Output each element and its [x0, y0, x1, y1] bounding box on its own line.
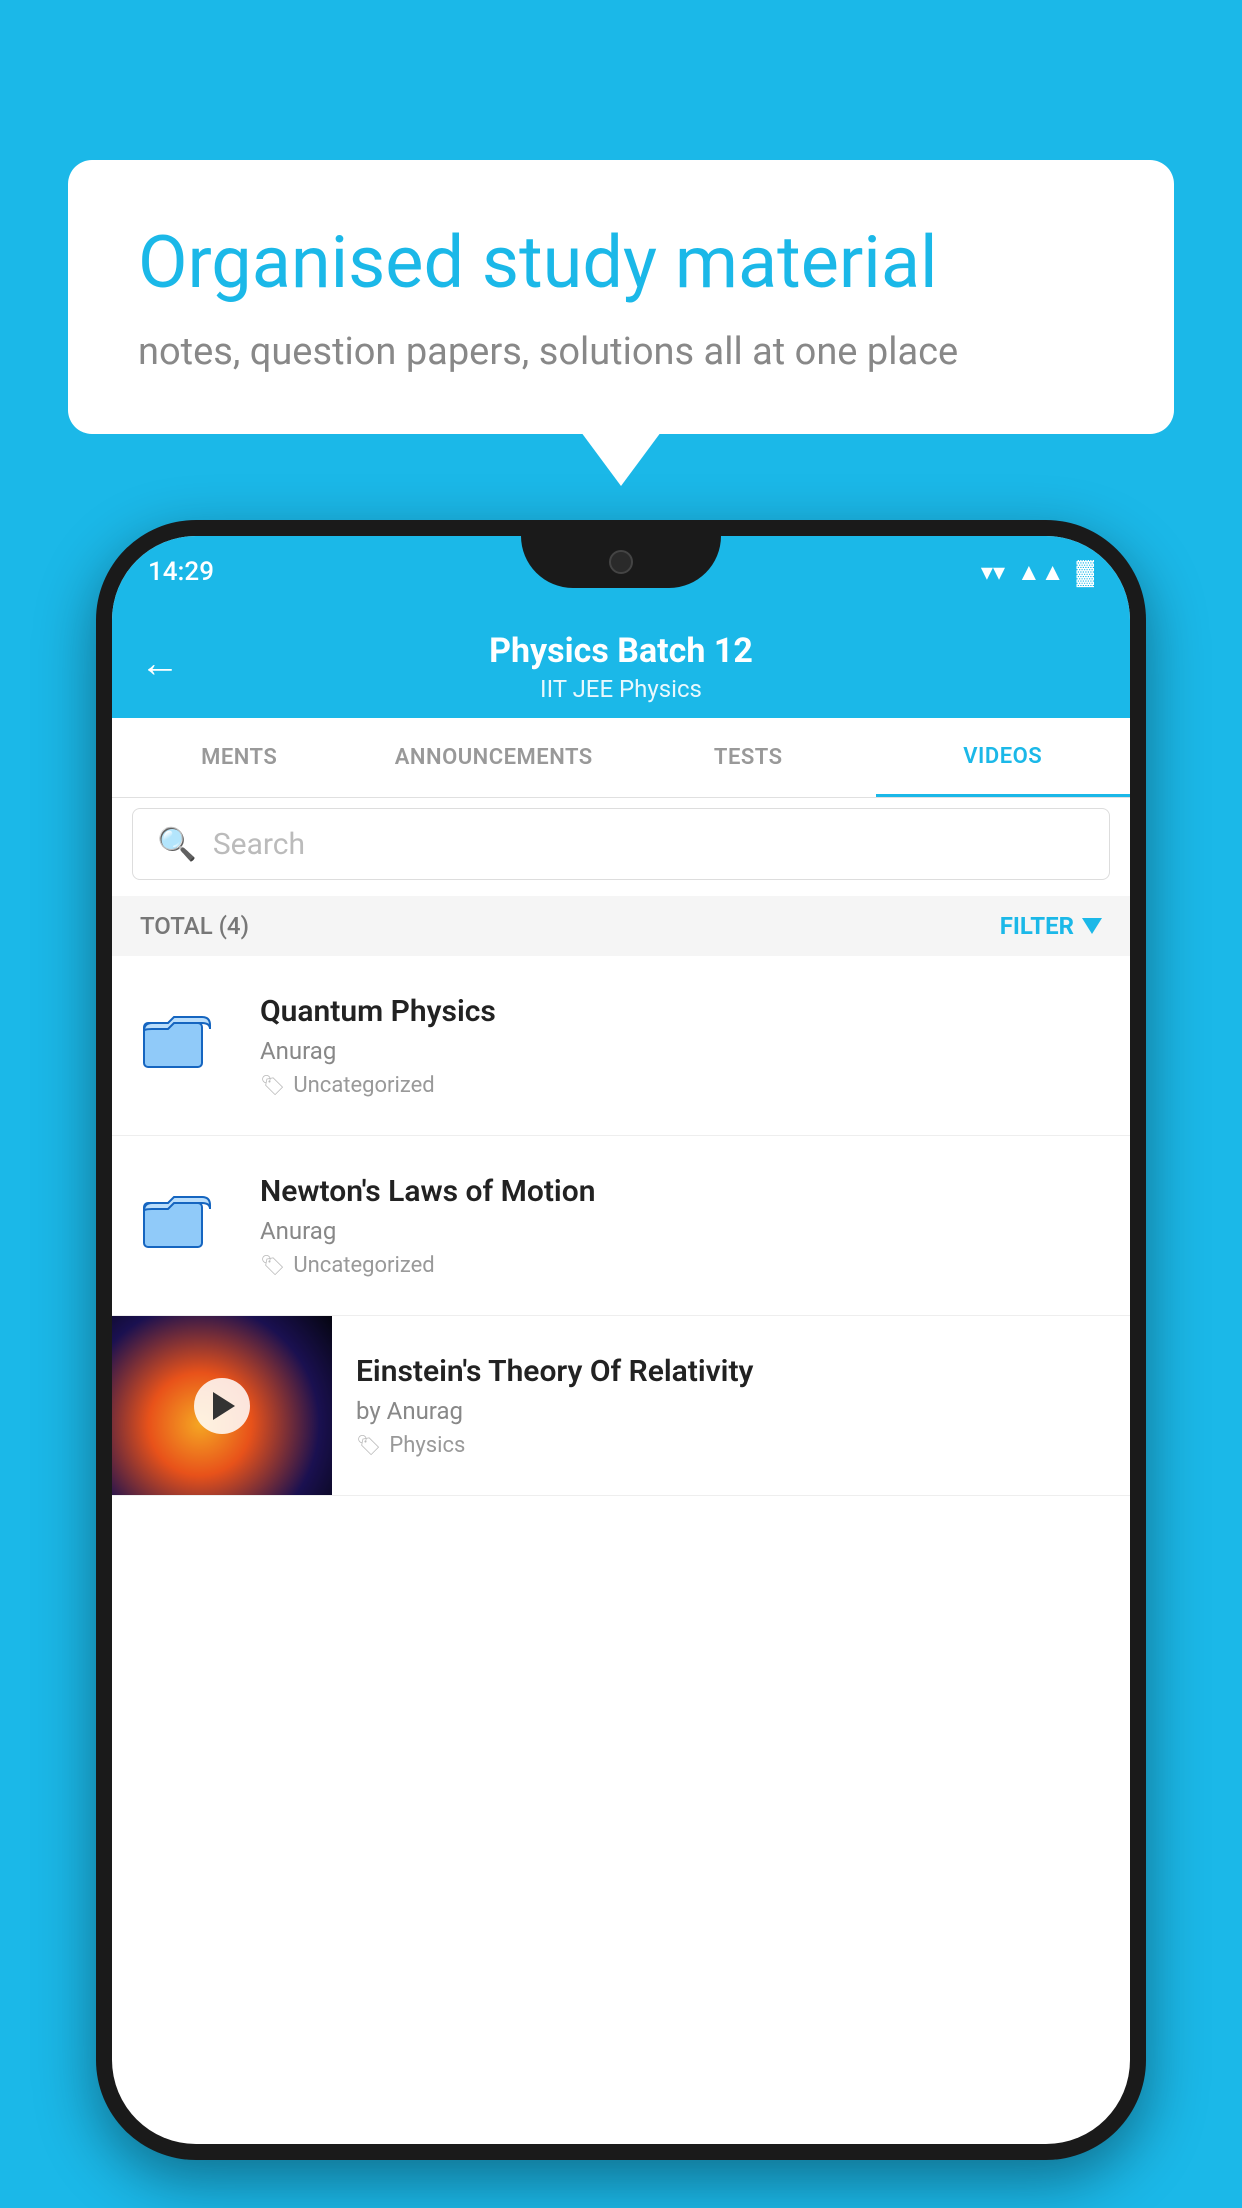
header-subtitle: IIT JEE Physics: [540, 675, 702, 703]
filter-button[interactable]: FILTER: [1000, 912, 1102, 940]
speech-bubble-card: Organised study material notes, question…: [68, 160, 1174, 434]
status-icons: ▾▾ ▲▲ ▓: [981, 558, 1094, 587]
signal-icon: ▲▲: [1017, 558, 1065, 587]
folder-icon: [140, 1001, 230, 1091]
phone-outer: 14:29 ▾▾ ▲▲ ▓ ← Physics Batch 12 IIT JEE…: [96, 520, 1146, 2160]
camera: [609, 550, 633, 574]
video-thumbnail: [112, 1316, 332, 1496]
wifi-icon: ▾▾: [981, 558, 1005, 586]
list-item[interactable]: Einstein's Theory Of Relativity by Anura…: [112, 1316, 1130, 1496]
play-icon: [213, 1392, 235, 1420]
tabs-bar: MENTS ANNOUNCEMENTS TESTS VIDEOS: [112, 718, 1130, 798]
item-title: Einstein's Theory Of Relativity: [356, 1354, 1106, 1389]
item-tag: 🏷 Uncategorized: [260, 1073, 1102, 1098]
back-button[interactable]: ←: [140, 640, 180, 687]
item-tag: 🏷 Uncategorized: [260, 1253, 1102, 1278]
search-bar[interactable]: 🔍 Search: [132, 808, 1110, 880]
tab-announcements[interactable]: ANNOUNCEMENTS: [367, 718, 622, 797]
filter-row: TOTAL (4) FILTER: [112, 896, 1130, 956]
folder-icon: [140, 1181, 230, 1271]
item-title: Quantum Physics: [260, 994, 1102, 1029]
phone-notch: [521, 536, 721, 588]
header-title: Physics Batch 12: [489, 631, 753, 671]
bubble-subtitle: notes, question papers, solutions all at…: [138, 330, 1104, 374]
tag-icon: 🏷: [356, 1433, 381, 1457]
item-title: Newton's Laws of Motion: [260, 1174, 1102, 1209]
item-content: Newton's Laws of Motion Anurag 🏷 Uncateg…: [260, 1174, 1102, 1278]
app-header: ← Physics Batch 12 IIT JEE Physics: [112, 608, 1130, 718]
item-author: Anurag: [260, 1217, 1102, 1245]
item-tag: 🏷 Physics: [356, 1433, 1106, 1458]
tag-icon: 🏷: [260, 1253, 285, 1277]
item-content: Quantum Physics Anurag 🏷 Uncategorized: [260, 994, 1102, 1098]
list-item[interactable]: Quantum Physics Anurag 🏷 Uncategorized: [112, 956, 1130, 1136]
search-icon: 🔍: [157, 825, 197, 863]
tab-ments[interactable]: MENTS: [112, 718, 367, 797]
tag-icon: 🏷: [260, 1073, 285, 1097]
list-item[interactable]: Newton's Laws of Motion Anurag 🏷 Uncateg…: [112, 1136, 1130, 1316]
bubble-title: Organised study material: [138, 220, 1104, 306]
item-author: Anurag: [260, 1037, 1102, 1065]
tab-tests[interactable]: TESTS: [621, 718, 876, 797]
tab-videos[interactable]: VIDEOS: [876, 718, 1131, 797]
total-label: TOTAL (4): [140, 912, 249, 940]
speech-bubble-section: Organised study material notes, question…: [68, 160, 1174, 434]
item-author: by Anurag: [356, 1397, 1106, 1425]
search-placeholder: Search: [213, 827, 305, 862]
status-time: 14:29: [148, 557, 214, 587]
play-button[interactable]: [194, 1378, 250, 1434]
battery-icon: ▓: [1077, 558, 1095, 587]
filter-icon: [1082, 918, 1102, 934]
phone-screen: 14:29 ▾▾ ▲▲ ▓ ← Physics Batch 12 IIT JEE…: [112, 536, 1130, 2144]
phone-mockup: 14:29 ▾▾ ▲▲ ▓ ← Physics Batch 12 IIT JEE…: [96, 520, 1146, 2160]
item-content: Einstein's Theory Of Relativity by Anura…: [332, 1334, 1130, 1478]
